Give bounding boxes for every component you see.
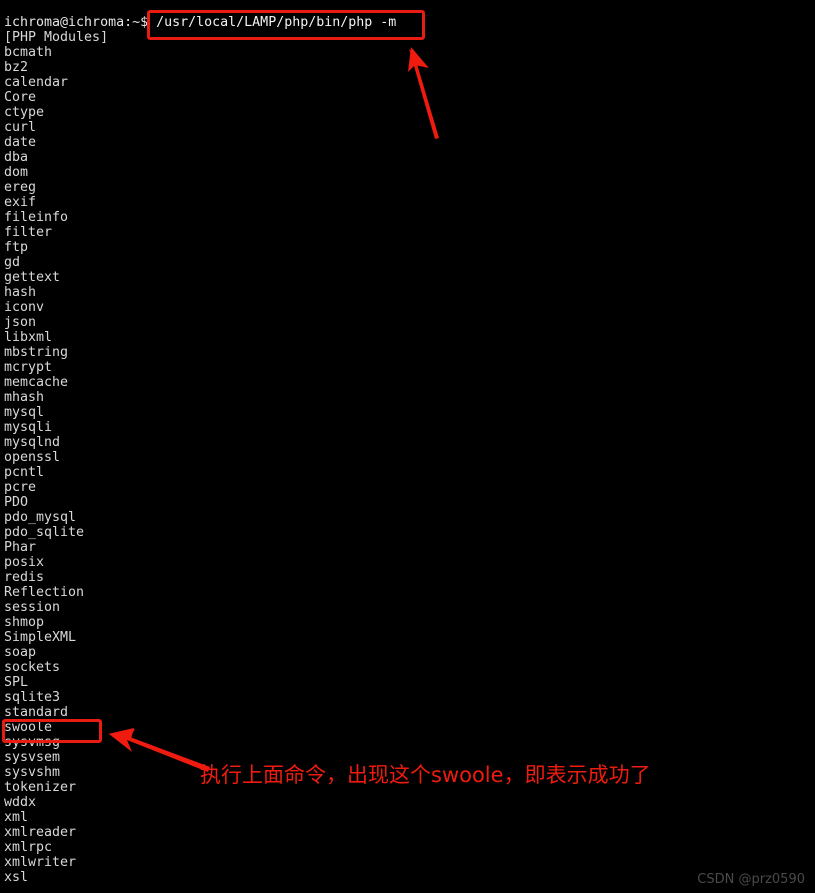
prompt-user-host: ichroma@ichroma:~$ — [4, 15, 149, 30]
module-line: session — [4, 600, 61, 615]
module-line: memcache — [4, 375, 69, 390]
module-line: xmlrpc — [4, 840, 53, 855]
module-line: fileinfo — [4, 210, 69, 225]
module-line: soap — [4, 645, 37, 660]
module-line: sockets — [4, 660, 61, 675]
module-line: mysql — [4, 405, 45, 420]
module-line: Core — [4, 90, 37, 105]
module-line: mcrypt — [4, 360, 53, 375]
module-line: iconv — [4, 300, 45, 315]
module-line: sysvsem — [4, 750, 61, 765]
module-line: Phar — [4, 540, 37, 555]
module-line: curl — [4, 120, 37, 135]
module-line: tokenizer — [4, 780, 77, 795]
module-line: pdo_mysql — [4, 510, 77, 525]
module-line: bcmath — [4, 45, 53, 60]
module-line: PDO — [4, 495, 29, 510]
module-line: dom — [4, 165, 29, 180]
module-line: openssl — [4, 450, 61, 465]
module-line: date — [4, 135, 37, 150]
module-line: mbstring — [4, 345, 69, 360]
module-line: pcntl — [4, 465, 45, 480]
module-line: mysqli — [4, 420, 53, 435]
module-line: pcre — [4, 480, 37, 495]
terminal-output[interactable]: ichroma@ichroma:~$ /usr/local/LAMP/php/b… — [0, 0, 815, 893]
module-line: wddx — [4, 795, 37, 810]
module-line: SPL — [4, 675, 29, 690]
module-line: xsl — [4, 870, 29, 885]
module-line: xmlreader — [4, 825, 77, 840]
module-line: sysvshm — [4, 765, 61, 780]
module-line: libxml — [4, 330, 53, 345]
module-line: exif — [4, 195, 37, 210]
module-line: Reflection — [4, 585, 85, 600]
module-line: filter — [4, 225, 53, 240]
module-line: dba — [4, 150, 29, 165]
watermark: CSDN @prz0590 — [697, 872, 805, 887]
module-line: ereg — [4, 180, 37, 195]
module-line: ftp — [4, 240, 29, 255]
module-line: sysvmsg — [4, 735, 61, 750]
module-line: swoole — [4, 720, 53, 735]
module-line: json — [4, 315, 37, 330]
shell-prompt-line: ichroma@ichroma:~$ /usr/local/LAMP/php/b… — [4, 15, 396, 30]
module-line: standard — [4, 705, 69, 720]
module-line: mysqlnd — [4, 435, 61, 450]
module-line: redis — [4, 570, 45, 585]
module-line: gd — [4, 255, 21, 270]
module-line: ctype — [4, 105, 45, 120]
module-line: calendar — [4, 75, 69, 90]
module-line: hash — [4, 285, 37, 300]
module-line: xmlwriter — [4, 855, 77, 870]
module-line: mhash — [4, 390, 45, 405]
annotation-note: 执行上面命令，出现这个swoole，即表示成功了 — [200, 763, 651, 787]
module-line: posix — [4, 555, 45, 570]
module-line: bz2 — [4, 60, 29, 75]
module-line: SimpleXML — [4, 630, 77, 645]
module-line: sqlite3 — [4, 690, 61, 705]
module-line: shmop — [4, 615, 45, 630]
module-line: xml — [4, 810, 29, 825]
command-text: /usr/local/LAMP/php/bin/php -m — [148, 15, 397, 30]
module-line: pdo_sqlite — [4, 525, 85, 540]
php-modules-header: [PHP Modules] — [4, 30, 109, 45]
module-line: gettext — [4, 270, 61, 285]
